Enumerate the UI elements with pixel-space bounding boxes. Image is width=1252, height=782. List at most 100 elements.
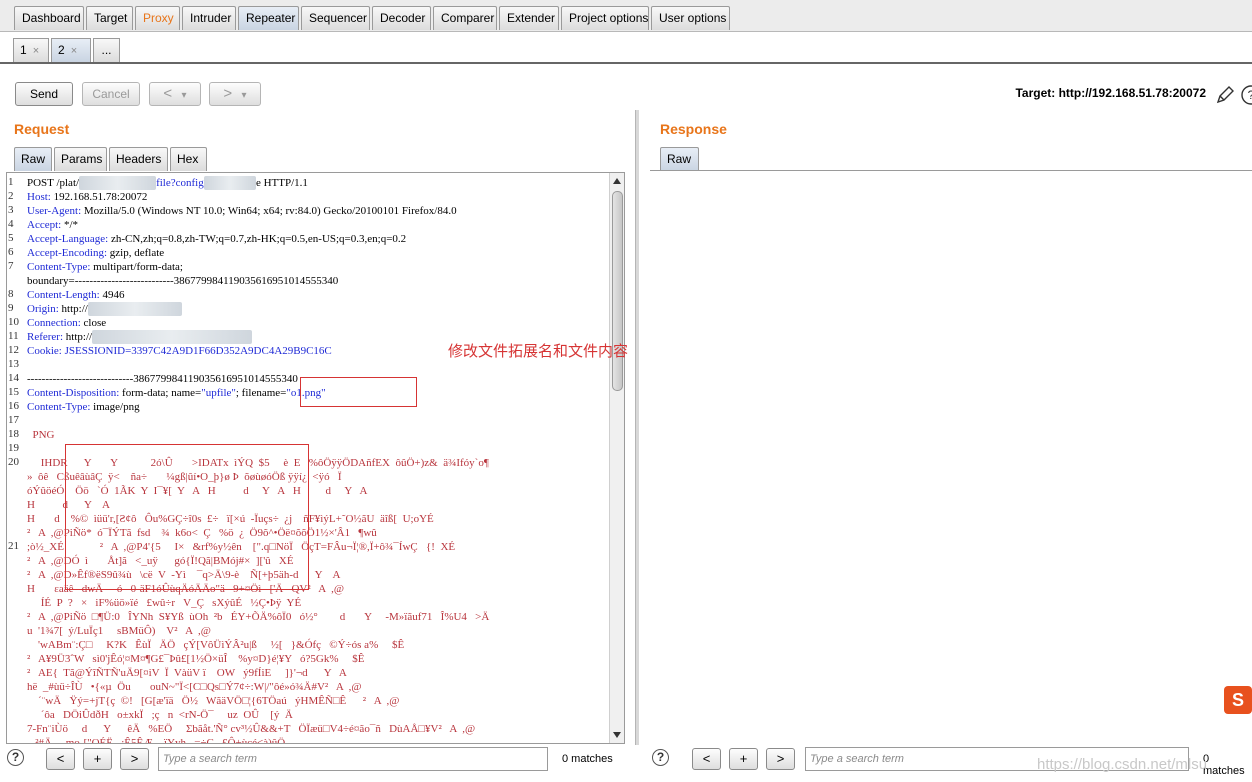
request-line: ² A ,@PiÑö □¶Ü:0 ÎYNh S¥Yß ùOh ²b ÉY+ÕÄ%… [27,610,611,624]
line-text: POST /plat/ [27,177,80,189]
line-text: image/png [90,401,140,413]
line-text: ´ôa DÖiÛdðH o±xkÏ ;ç n <rN-Ö¯ uz OÛ [ý Ä [27,709,293,721]
filename-highlight-box [300,377,417,407]
search-add-button[interactable]: + [729,748,758,770]
line-text: file?config [156,177,204,189]
watermark-text: https://blog.csdn.net/mlsu [1037,756,1208,773]
header-name: Content-Disposition: [27,387,120,399]
new-tab-label: ... [101,43,112,57]
tab-sequencer[interactable]: Sequencer [301,6,370,30]
help-icon[interactable]: ? [652,749,669,766]
request-title: Request [14,121,70,137]
search-prev-button[interactable]: < [46,748,75,770]
vertical-scrollbar[interactable] [609,173,624,743]
tab-hex[interactable]: Hex [170,147,207,171]
request-line: 'wABm¨:Ç□ K?K ÊùÏ ÄÖ çÝ[VôÜìÝÂ²u|ß ½[ }&… [27,638,611,652]
header-name: Cookie: [27,345,62,357]
tab-decoder[interactable]: Decoder [372,6,431,30]
request-line: POST /plat/xxxxxxxx/uploadfile?config xx… [27,176,611,190]
line-number: 13 [8,358,19,370]
back-button[interactable]: < ▾ [149,82,201,106]
send-button[interactable]: Send [15,82,73,106]
tab-repeater[interactable]: Repeater [238,6,299,30]
tab-comparer[interactable]: Comparer [433,6,497,30]
line-text: ²#Ä mo-["OÉË :Ê5ÊÆ ïYyh =÷C £Ô+ùçé<à)ûÖ [27,737,286,744]
request-line: Host: 192.168.51.78:20072 [27,190,611,204]
response-match-count: 0 matches [1203,753,1245,777]
request-line: ² A¥9Ü3ˆW sì0'jÊó¦¤M¤¶G£¯Þû£[1½Ö×üÎ %y¤D… [27,652,611,666]
repeater-tab-2[interactable]: 2 × [51,38,91,62]
line-text: multipart/form-data; [90,261,183,273]
help-icon[interactable]: ? [7,749,24,766]
header-name: Accept: [27,219,62,231]
tab-headers[interactable]: Headers [109,147,168,171]
tab-user-options[interactable]: User options [651,6,730,30]
request-line: hë _#ùü÷ÎÙ •{«µ Öu ouN~"Ï<[C□Qs□Ý7¢÷:W|/… [27,680,611,694]
request-search-input[interactable] [158,747,548,771]
response-title: Response [660,121,727,137]
request-line [27,414,611,428]
module-tab-bar: Dashboard Target Proxy Intruder Repeater Sequ… [0,0,1252,32]
repeater-tab-1[interactable]: 1 × [13,38,49,62]
search-next-button[interactable]: > [766,748,795,770]
tab-params[interactable]: Params [54,147,107,171]
line-number: 8 [8,288,14,300]
line-number: 15 [8,386,19,398]
tab-response-raw[interactable]: Raw [660,147,699,171]
header-name: Content-Length: [27,289,100,301]
tab-target[interactable]: Target [86,6,133,30]
tab-intruder[interactable]: Intruder [182,6,236,30]
cancel-button[interactable]: Cancel [82,82,140,106]
line-number-gutter: 1 2 3 4 5 6 7 8 9 10 11 12 13 14 15 16 17 18 19 20 21 [7,173,26,743]
line-text: hë _#ùü÷ÎÙ •{«µ Öu ouN~"Ï<[C□Qs□Ý7¢÷:W|/… [27,681,362,693]
line-number: 6 [8,246,14,258]
search-prev-button[interactable]: < [692,748,721,770]
tab-raw[interactable]: Raw [14,147,52,171]
content-highlight-box [65,444,309,590]
close-icon[interactable]: × [33,45,39,57]
request-line: Accept-Encoding: gzip, deflate [27,246,611,260]
forward-button[interactable]: > ▾ [209,82,261,106]
chevron-down-icon[interactable]: ▾ [182,90,187,101]
line-number: 20 [8,456,19,468]
line-text: form-data; name= [119,387,202,399]
line-text: http:// [58,303,88,315]
request-line: Accept-Language: zh-CN,zh;q=0.8,zh-TW;q=… [27,232,611,246]
request-line: u '1¾7[ ý/LuÏç1 sBMüÔ) V² A ,@ [27,624,611,638]
tab-proxy[interactable]: Proxy [135,6,180,30]
response-editor[interactable] [650,171,1252,743]
line-text: ; filename= [235,387,287,399]
request-line: ²#Ä mo-["OÉË :Ê5ÊÆ ïYyh =÷C £Ô+ùçé<à)ûÖ [27,736,611,744]
pencil-icon[interactable] [1214,84,1236,106]
question-icon[interactable]: ? [1240,84,1252,106]
chevron-down-icon[interactable]: ▾ [242,90,247,101]
pane-splitter[interactable] [635,110,639,745]
scroll-down-icon[interactable] [613,732,621,738]
back-arrow-icon: < [163,85,173,102]
search-add-button[interactable]: + [83,748,112,770]
line-text: 4946 [99,289,125,301]
close-icon[interactable]: × [71,45,77,57]
scrollbar-thumb[interactable] [612,191,623,391]
line-text: zh-CN,zh;q=0.8,zh-TW;q=0.7,zh-HK;q=0.5,e… [108,233,407,245]
line-number: 3 [8,204,14,216]
repeater-tab-label: 2 [58,43,65,57]
request-line: Origin: http://xxx.xxx.xx.xx:xxxxx [27,302,611,316]
header-name: Content-Type: [27,401,91,413]
request-line: ´¨wÄ Ÿý=+jT{ç ©! [G[æ'ïä Ö½ WãäVÖ□¦{6TÖa… [27,694,611,708]
line-text: ÍÉ P ? × iF%üö»ïé £wû÷r V_Ç sXýûÉ ½Ç•Þÿ … [27,597,302,609]
search-next-button[interactable]: > [120,748,149,770]
line-text: -----------------------------38677998411… [27,373,298,385]
line-number: 5 [8,232,14,244]
tab-project-options[interactable]: Project options [561,6,649,30]
redacted-text: xxxxxxxxx [203,176,256,190]
annotation-text: 修改文件拓展名和文件内容 [448,343,629,360]
scroll-up-icon[interactable] [613,178,621,184]
tab-dashboard[interactable]: Dashboard [14,6,84,30]
new-tab-button[interactable]: ... [93,38,120,62]
header-name: User-Agent: [27,205,82,217]
line-text: 7-Fn¨iÙö d Y êÄ %EÖ Σbãåt.'Ñ° cv³½Û&&+T … [27,723,476,735]
tab-extender[interactable]: Extender [499,6,559,30]
header-name: Content-Type: [27,261,91,273]
line-text: boundary=---------------------------3867… [27,275,339,287]
